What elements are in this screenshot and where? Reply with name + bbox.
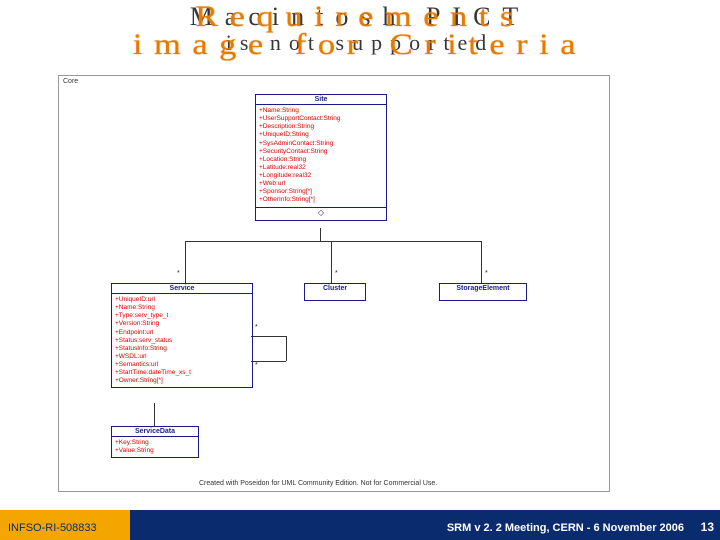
class-service: Service +UniqueID:url +Name:String +Type… — [111, 283, 253, 388]
class-cluster: Cluster — [304, 283, 366, 301]
multiplicity: * — [335, 270, 338, 277]
class-servicedata-body: +Key:String +Value:String — [112, 437, 198, 457]
connector — [185, 241, 481, 242]
class-storageelement-title: StorageElement — [440, 284, 526, 293]
class-service-body: +UniqueID:url +Name:String +Type:serv_ty… — [112, 294, 252, 387]
connector — [320, 228, 321, 241]
multiplicity: * — [255, 362, 258, 369]
footer-page-number: 13 — [701, 520, 714, 534]
connector — [331, 241, 332, 283]
class-site-body: +Name:String +UserSupportContact:String … — [256, 105, 386, 207]
footer-project-id: INFSO-RI-508833 — [8, 522, 97, 534]
diamond-icon: ◇ — [256, 207, 386, 220]
class-site-title: Site — [256, 95, 386, 105]
connector — [251, 336, 286, 337]
connector — [185, 241, 186, 283]
connector — [154, 403, 155, 426]
multiplicity: * — [255, 324, 258, 331]
uml-diagram: Core Site +Name:String +UserSupportConta… — [58, 75, 610, 492]
class-cluster-title: Cluster — [305, 284, 365, 293]
class-service-title: Service — [112, 284, 252, 294]
multiplicity: * — [485, 270, 488, 277]
title-orange-lower: image for Criteria — [0, 28, 720, 62]
class-servicedata-title: ServiceData — [112, 427, 198, 437]
diagram-credit: Created with Poseidon for UML Community … — [199, 480, 437, 487]
class-servicedata: ServiceData +Key:String +Value:String — [111, 426, 199, 458]
connector — [481, 241, 482, 283]
slide-footer: INFSO-RI-508833 SRM v 2. 2 Meeting, CERN… — [0, 510, 720, 540]
multiplicity: * — [177, 270, 180, 277]
class-storageelement: StorageElement — [439, 283, 527, 301]
class-site: Site +Name:String +UserSupportContact:St… — [255, 94, 387, 221]
footer-meeting: SRM v 2. 2 Meeting, CERN - 6 November 20… — [447, 522, 684, 534]
connector — [286, 336, 287, 361]
